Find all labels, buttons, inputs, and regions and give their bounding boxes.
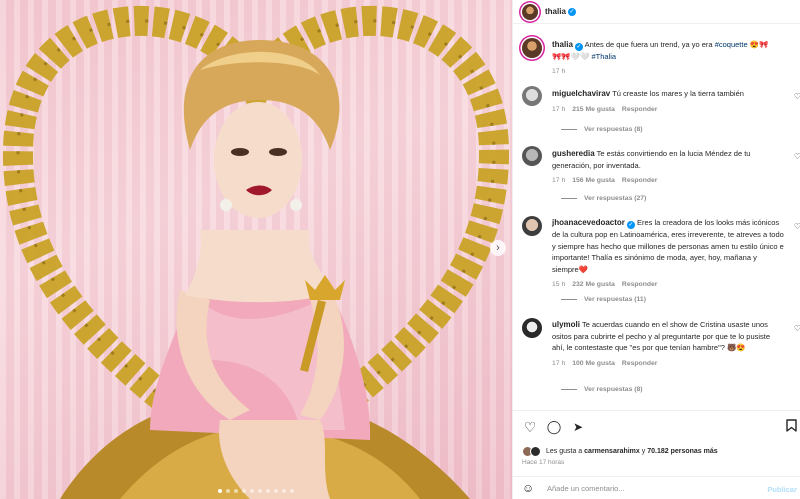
hashtag-link[interactable]: #coquette <box>715 40 748 49</box>
caption-text: Antes de que fuera un trend, ya yo era <box>584 40 713 49</box>
comment-like-icon[interactable]: ♡ <box>794 92 800 101</box>
view-replies-button[interactable]: Ver respuestas (8) <box>561 126 643 133</box>
commenter-avatar[interactable] <box>522 216 542 236</box>
comment-likes[interactable]: 215 Me gusta <box>572 106 615 113</box>
post-header: thalia ✓ <box>513 0 800 24</box>
view-replies-button[interactable]: Ver respuestas (27) <box>561 195 646 202</box>
comment-text: Te acuerdas cuando en el show de Cristin… <box>552 320 771 352</box>
commenter-avatar[interactable] <box>522 146 542 166</box>
comment-input[interactable] <box>547 481 757 495</box>
post-actions: ♡ ◯ ➤ <box>513 410 800 440</box>
like-icon[interactable]: ♡ <box>522 419 538 435</box>
comment-like-icon[interactable]: ♡ <box>794 324 800 333</box>
carousel-dot <box>242 489 246 493</box>
caption-emoji: 😍🎀 <box>749 40 769 49</box>
commenter-avatar[interactable] <box>522 318 542 338</box>
reply-button[interactable]: Responder <box>622 106 658 113</box>
post-sidebar: thalia ✓ thalia ✓ Antes de que fuera un t… <box>512 0 800 499</box>
post-timestamp: Hace 17 horas <box>522 459 565 466</box>
verified-icon: ✓ <box>574 43 583 51</box>
carousel-dot <box>234 489 238 493</box>
comment-time: 15 h <box>552 281 566 288</box>
liker-username[interactable]: carmensarahimx <box>584 448 640 455</box>
comment-likes[interactable]: 156 Me gusta <box>572 177 615 184</box>
view-replies-button[interactable]: Ver respuestas (8) <box>561 386 643 393</box>
carousel-dot <box>250 489 254 493</box>
post-photo: › <box>0 0 512 499</box>
carousel-dot <box>218 489 222 493</box>
author-avatar[interactable] <box>522 38 542 58</box>
comment-time: 17 h <box>552 359 566 367</box>
caption-emoji: 🎀🎀🤍🤍 <box>552 52 590 61</box>
comment-icon[interactable]: ◯ <box>546 419 562 435</box>
bookmark-icon[interactable] <box>783 419 799 435</box>
carousel-dots <box>0 489 512 493</box>
comment-like-icon[interactable]: ♡ <box>794 222 800 231</box>
comment-likes[interactable]: 100 Me gusta <box>572 360 615 367</box>
verified-icon: ✓ <box>626 221 635 229</box>
comment-composer: ☺ Publicar <box>513 476 800 499</box>
liker-avatar <box>530 445 541 457</box>
comment-username[interactable]: gusheredia <box>552 149 595 158</box>
comment-text: Tú creaste los mares y la tierra también <box>612 89 744 98</box>
view-replies-button[interactable]: Ver respuestas (11) <box>561 296 646 303</box>
photo-illustration <box>2 5 510 499</box>
comments-feed[interactable]: thalia ✓ Antes de que fuera un trend, ya … <box>513 24 800 410</box>
comment-likes[interactable]: 232 Me gusta <box>572 281 615 288</box>
author-avatar[interactable] <box>522 3 538 20</box>
carousel-dot <box>266 489 270 493</box>
comment-username[interactable]: ulymoli <box>552 320 580 329</box>
carousel-dot <box>274 489 278 493</box>
likes-count[interactable]: 70.182 personas más <box>647 448 717 455</box>
carousel-dot <box>290 489 294 493</box>
likes-summary[interactable]: Les gusta a carmensarahimx y 70.182 pers… <box>522 444 718 458</box>
carousel-dot <box>226 489 230 493</box>
publish-button[interactable]: Publicar <box>767 485 797 494</box>
chevron-right-icon: › <box>496 242 500 254</box>
comment-like-icon[interactable]: ♡ <box>794 152 800 161</box>
reply-button[interactable]: Responder <box>622 177 658 184</box>
likes-prefix: Les gusta a <box>546 447 583 455</box>
comment-time: 17 h <box>552 105 566 113</box>
comment-username[interactable]: jhoanacevedoactor <box>552 218 625 227</box>
share-icon[interactable]: ➤ <box>570 419 586 435</box>
carousel-dot <box>258 489 262 493</box>
caption-username[interactable]: thalia <box>552 40 573 49</box>
commenter-avatar[interactable] <box>522 86 542 106</box>
likes-middle: y <box>641 447 646 455</box>
next-slide-button[interactable]: › <box>490 240 506 256</box>
reply-button[interactable]: Responder <box>622 281 658 288</box>
comment-username[interactable]: miguelchavirav <box>552 89 610 98</box>
verified-icon: ✓ <box>567 7 576 16</box>
reply-button[interactable]: Responder <box>622 360 658 367</box>
hashtag-link[interactable]: #Thalia <box>591 52 616 61</box>
comment-time: 17 h <box>552 177 566 184</box>
carousel-dot <box>282 489 286 493</box>
emoji-icon[interactable]: ☺ <box>522 481 534 495</box>
caption-time: 17 h <box>552 67 566 75</box>
author-username[interactable]: thalia <box>545 7 566 16</box>
